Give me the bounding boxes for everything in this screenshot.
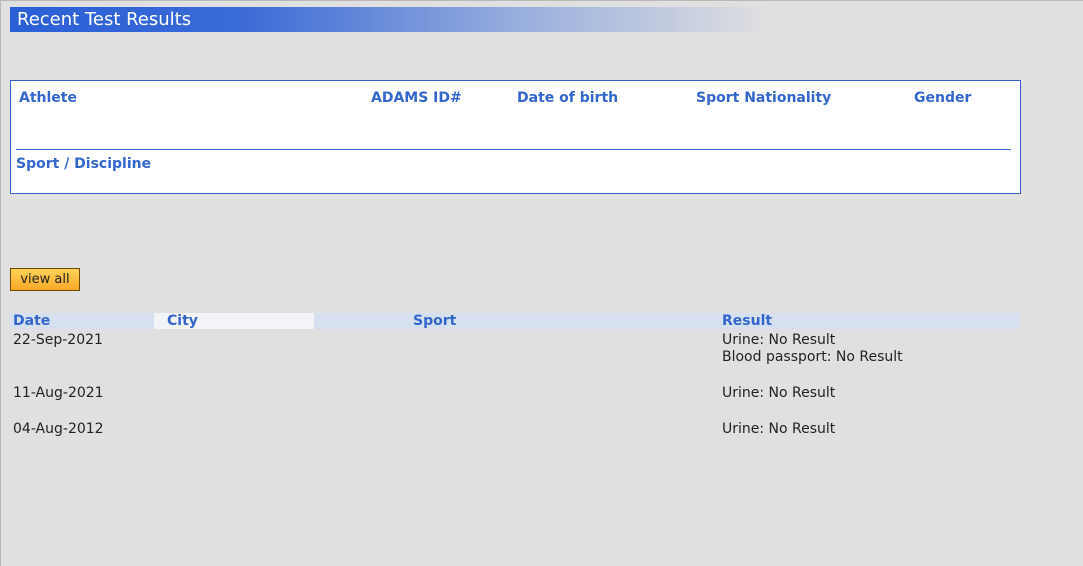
- column-header-date[interactable]: Date: [13, 313, 50, 330]
- sport-nationality-label: Sport Nationality: [696, 90, 832, 106]
- row-3-result-urine: Urine: No Result: [722, 421, 836, 437]
- gender-label: Gender: [914, 90, 972, 106]
- athlete-info-panel: Athlete ADAMS ID# Date of birth Sport Na…: [10, 80, 1021, 194]
- athlete-label: Athlete: [19, 90, 77, 106]
- date-of-birth-label: Date of birth: [517, 90, 619, 106]
- page-title-bar: Recent Test Results: [10, 7, 770, 32]
- row-1-result-blood-passport: Blood passport: No Result: [722, 349, 903, 365]
- column-header-city[interactable]: City: [167, 313, 198, 330]
- row-1-date: 22-Sep-2021: [13, 332, 103, 348]
- row-2-date: 11-Aug-2021: [13, 385, 104, 401]
- row-2-result-urine: Urine: No Result: [722, 385, 836, 401]
- column-header-sport[interactable]: Sport: [413, 313, 456, 330]
- column-header-result[interactable]: Result: [722, 313, 772, 330]
- sport-discipline-label: Sport / Discipline: [16, 156, 152, 172]
- row-1-result-urine: Urine: No Result: [722, 332, 836, 348]
- adams-id-label: ADAMS ID#: [371, 90, 462, 106]
- row-3-date: 04-Aug-2012: [13, 421, 104, 437]
- page-title: Recent Test Results: [17, 9, 192, 30]
- info-divider: [16, 149, 1011, 150]
- view-all-button[interactable]: view all: [10, 268, 80, 291]
